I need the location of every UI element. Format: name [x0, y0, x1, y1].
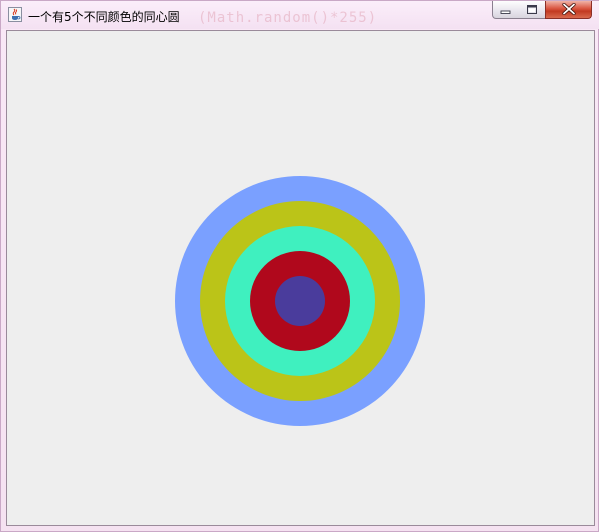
background-code-text: (Math.random()*255): [198, 10, 378, 26]
maximize-button[interactable]: [518, 1, 546, 19]
center-circle: [275, 276, 325, 326]
close-button[interactable]: [545, 1, 592, 19]
window-title: 一个有5个不同颜色的同心圆: [28, 10, 180, 24]
minimize-icon: [500, 0, 512, 19]
maximize-icon: [526, 0, 538, 19]
drawing-panel: [6, 30, 595, 526]
app-window: 一个有5个不同颜色的同心圆 (Math.random()*255): [0, 0, 599, 532]
minimize-button[interactable]: [492, 1, 519, 19]
concentric-circles-canvas: [7, 31, 594, 525]
java-cup-icon[interactable]: [8, 7, 22, 22]
title-bar[interactable]: 一个有5个不同颜色的同心圆 (Math.random()*255): [1, 1, 599, 29]
close-icon: [561, 0, 576, 19]
